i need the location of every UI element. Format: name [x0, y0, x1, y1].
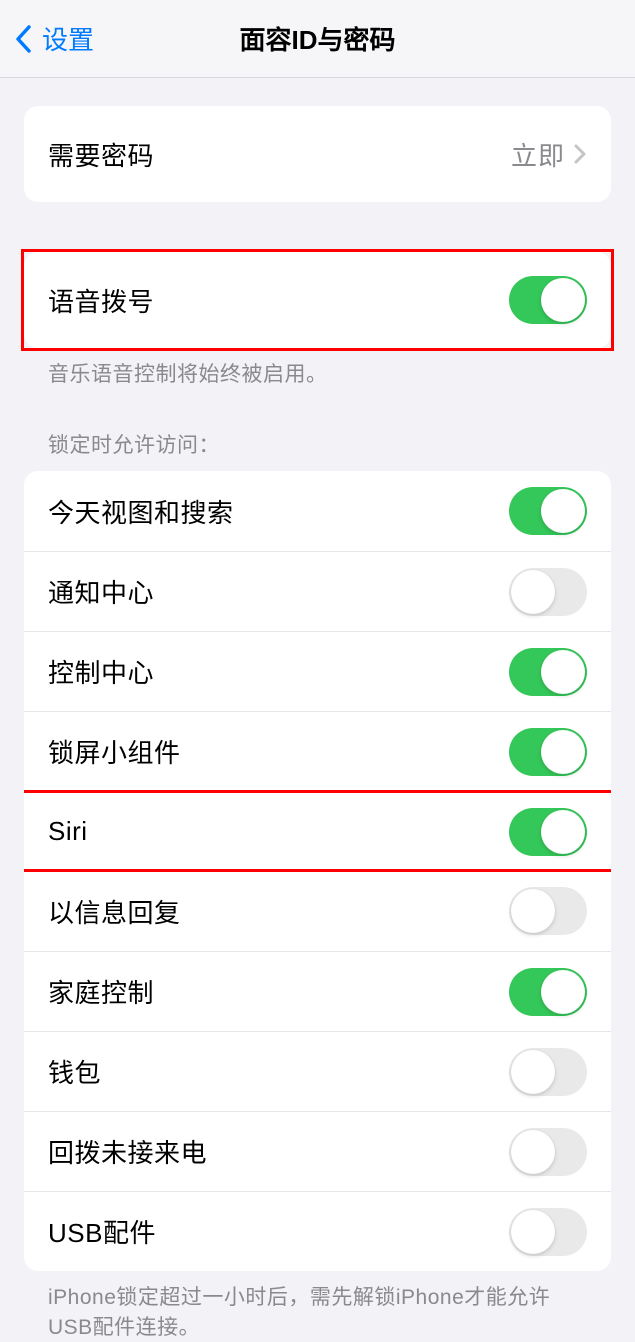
lock-access-row: 锁屏小组件	[24, 711, 611, 791]
lock-access-label: 控制中心	[48, 653, 509, 690]
lock-access-row: Siri	[24, 791, 611, 871]
require-passcode-value: 立即	[511, 136, 565, 173]
lock-access-toggle[interactable]	[509, 487, 587, 535]
voice-dial-label: 语音拨号	[48, 282, 509, 319]
voice-dial-toggle[interactable]	[509, 276, 587, 324]
lock-access-row: 控制中心	[24, 631, 611, 711]
lock-access-row: 家庭控制	[24, 951, 611, 1031]
back-button[interactable]: 设置	[0, 20, 94, 57]
chevron-right-icon	[573, 143, 587, 165]
lock-access-toggle[interactable]	[509, 568, 587, 616]
require-passcode-row[interactable]: 需要密码 立即	[24, 106, 611, 202]
lock-access-label: 家庭控制	[48, 973, 509, 1010]
lock-access-row: 今天视图和搜索	[24, 471, 611, 551]
lock-access-label: 以信息回复	[48, 893, 509, 930]
voice-dial-group: 语音拨号	[24, 252, 611, 348]
page-title: 面容ID与密码	[0, 20, 635, 57]
require-passcode-label: 需要密码	[48, 136, 511, 173]
lock-access-header: 锁定时允许访问：	[24, 429, 611, 471]
lock-access-footer: iPhone锁定超过一小时后，需先解锁iPhone才能允许USB配件连接。	[24, 1271, 611, 1342]
lock-access-label: 钱包	[48, 1053, 509, 1090]
lock-access-row: 钱包	[24, 1031, 611, 1111]
voice-dial-footer: 音乐语音控制将始终被启用。	[24, 348, 611, 389]
lock-access-row: 回拨未接来电	[24, 1111, 611, 1191]
lock-access-label: 锁屏小组件	[48, 733, 509, 770]
lock-access-toggle[interactable]	[509, 1128, 587, 1176]
lock-access-toggle[interactable]	[509, 728, 587, 776]
lock-access-toggle[interactable]	[509, 1048, 587, 1096]
lock-access-row: 以信息回复	[24, 871, 611, 951]
passcode-group: 需要密码 立即	[24, 106, 611, 202]
lock-access-toggle[interactable]	[509, 808, 587, 856]
lock-access-label: Siri	[48, 816, 509, 847]
lock-access-row: USB配件	[24, 1191, 611, 1271]
lock-access-label: 今天视图和搜索	[48, 493, 509, 530]
navigation-bar: 设置 面容ID与密码	[0, 0, 635, 78]
voice-dial-row: 语音拨号	[24, 252, 611, 348]
lock-access-toggle[interactable]	[509, 968, 587, 1016]
lock-access-row: 通知中心	[24, 551, 611, 631]
lock-access-toggle[interactable]	[509, 1208, 587, 1256]
lock-access-toggle[interactable]	[509, 648, 587, 696]
back-label: 设置	[42, 20, 94, 57]
lock-access-group: 今天视图和搜索通知中心控制中心锁屏小组件 Siri 以信息回复家庭控制钱包回拨未接来…	[24, 471, 611, 1271]
lock-access-label: 回拨未接来电	[48, 1133, 509, 1170]
lock-access-label: USB配件	[48, 1213, 509, 1250]
lock-access-label: 通知中心	[48, 573, 509, 610]
chevron-left-icon	[14, 24, 32, 54]
lock-access-toggle[interactable]	[509, 887, 587, 935]
